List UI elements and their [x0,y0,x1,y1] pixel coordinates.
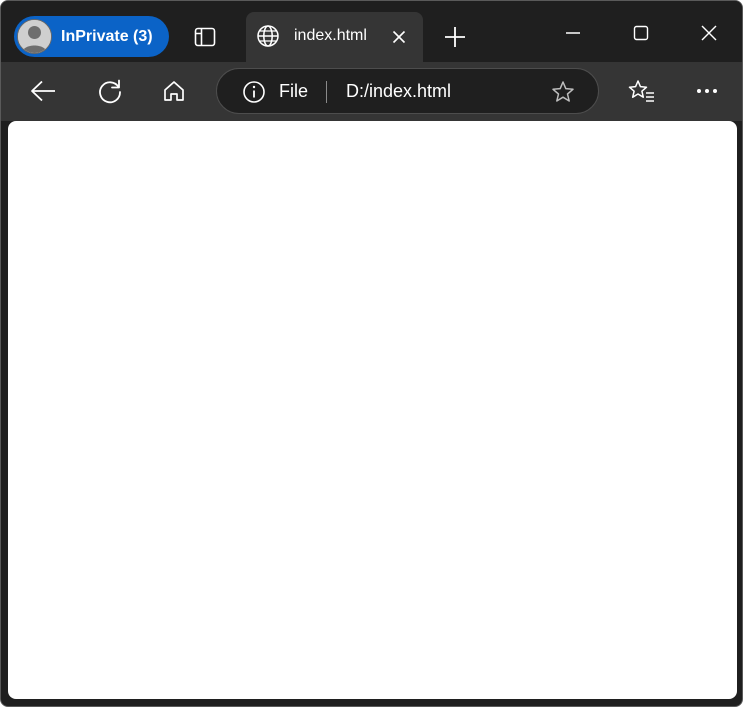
vertical-tabs-button[interactable] [190,23,220,51]
title-bar: InPrivate (3) index.html [1,1,742,62]
add-favorite-button[interactable] [549,79,577,105]
back-button[interactable] [27,76,59,106]
new-tab-button[interactable] [439,21,471,53]
url-text[interactable]: D:/index.html [346,69,451,113]
more-horizontal-icon [697,89,717,93]
favorites-list-icon [628,80,654,102]
browser-window: InPrivate (3) index.html File D:/index.h… [0,0,743,707]
scheme-label: File [279,81,309,101]
plus-icon [445,27,465,47]
minimize-icon [566,32,580,34]
favorites-button[interactable] [626,76,658,106]
person-avatar-icon [17,19,52,54]
profile-label: InPrivate (3) [61,28,153,45]
close-window-button[interactable] [692,19,726,47]
info-icon [243,81,265,103]
site-info-button[interactable] [241,79,267,105]
tab-close-button[interactable] [387,26,411,48]
refresh-icon [99,79,121,104]
vertical-tabs-icon [194,27,216,47]
arrow-left-icon [31,80,55,102]
home-button[interactable] [158,76,190,106]
settings-and-more-button[interactable] [691,76,723,106]
maximize-button[interactable] [624,19,658,47]
home-icon [164,81,184,101]
globe-icon [255,23,281,49]
refresh-button[interactable] [94,76,126,106]
tab-index-html[interactable]: index.html [246,12,423,62]
star-outline-icon [552,81,574,102]
address-bar[interactable]: File D:/index.html [216,68,599,114]
navigation-toolbar: File D:/index.html [1,62,742,121]
close-icon [701,25,717,41]
minimize-button[interactable] [556,19,590,47]
close-icon [392,30,406,44]
tab-title: index.html [294,27,367,44]
address-divider [326,81,327,103]
inprivate-profile-button[interactable]: InPrivate (3) [14,16,169,57]
page-viewport[interactable] [8,121,737,699]
maximize-icon [633,25,649,41]
